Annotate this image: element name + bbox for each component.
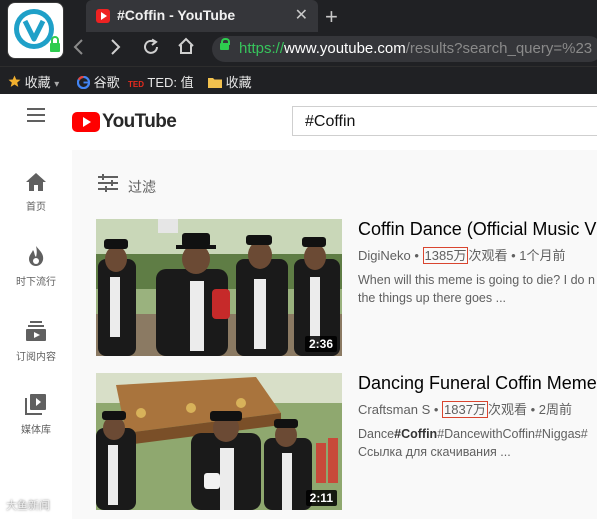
guide-item-trending[interactable]: 时下流行 (0, 245, 72, 288)
video-duration: 2:11 (305, 490, 337, 506)
app-logo (8, 3, 63, 58)
youtube-header: YouTube (0, 94, 597, 150)
view-count: 1837万 (442, 401, 488, 418)
search-input[interactable] (303, 112, 587, 132)
url-text[interactable]: https://www.youtube.com/results?search_q… (239, 40, 592, 57)
bookmark-ted[interactable]: TED TED: 值 (128, 72, 194, 91)
video-duration: 2:36 (304, 336, 337, 352)
library-icon (25, 394, 46, 415)
google-icon (76, 75, 91, 90)
back-button[interactable] (72, 38, 86, 61)
video-result[interactable]: 2:36 Coffin Dance (Official Music V Digi… (96, 219, 597, 359)
tab-title: #Coffin - YouTube (117, 7, 236, 23)
youtube-logo-icon[interactable] (72, 112, 100, 132)
home-icon (26, 173, 46, 191)
reload-button[interactable] (142, 38, 160, 61)
guide-sidebar: 首页 时下流行 订阅内容 媒体库 (0, 150, 72, 519)
bookmark-favorites[interactable]: 收藏 ▾ (8, 72, 59, 91)
thumbnail-image (96, 373, 342, 510)
new-tab-button[interactable]: + (325, 4, 338, 30)
bookmark-folder[interactable]: 收藏 (208, 72, 252, 91)
video-description: Dance#Coffin#DancewithCoffin#Niggas# Ссыл… (358, 427, 588, 459)
youtube-favicon-icon (96, 9, 110, 23)
lock-icon (220, 38, 230, 50)
video-description: When will this meme is going to die? I d… (358, 273, 595, 305)
video-title[interactable]: Dancing Funeral Coffin Meme (358, 373, 597, 394)
close-tab-icon[interactable]: ✕ (295, 5, 308, 25)
flame-icon (29, 246, 44, 266)
address-bar[interactable]: https://www.youtube.com/results?search_q… (212, 36, 597, 62)
bookmark-google[interactable]: 谷歌 (76, 72, 120, 91)
video-title[interactable]: Coffin Dance (Official Music V (358, 219, 596, 240)
browser-tab[interactable]: #Coffin - YouTube ✕ (86, 0, 318, 32)
browser-toolbar: #Coffin - YouTube ✕ + https://www.youtub… (0, 0, 597, 66)
folder-icon (208, 78, 222, 88)
search-box[interactable] (292, 106, 597, 136)
forward-arrow-icon (111, 39, 121, 55)
guide-item-home[interactable]: 首页 (0, 172, 72, 213)
guide-item-subscriptions[interactable]: 订阅内容 (0, 320, 72, 363)
video-thumbnail[interactable]: 2:11 (96, 373, 342, 510)
filter-icon[interactable] (98, 174, 118, 197)
menu-icon[interactable] (27, 108, 45, 122)
youtube-logo-text[interactable]: YouTube (102, 111, 177, 133)
filter-label[interactable]: 过滤 (128, 177, 156, 197)
search-results: 过滤 2:36 Coffin Dance (Official Music V D… (72, 150, 597, 519)
home-icon (178, 37, 194, 54)
ted-icon: TED (128, 80, 144, 89)
star-icon (8, 75, 21, 87)
home-button[interactable] (177, 37, 195, 60)
upload-age: 2周前 (538, 402, 572, 417)
watermark: 大鱼新闻 (6, 500, 50, 512)
channel-name[interactable]: Craftsman S (358, 402, 430, 417)
back-arrow-icon (73, 39, 83, 55)
video-metadata: Craftsman S • 1837万 次观看 • 2周前 (358, 401, 572, 418)
guide-item-library[interactable]: 媒体库 (0, 393, 72, 436)
channel-name[interactable]: DigiNeko (358, 248, 411, 263)
hashtag-link[interactable]: #Coffin (394, 427, 437, 441)
video-metadata: DigiNeko • 1385万 次观看 • 1个月前 (358, 247, 566, 264)
video-thumbnail[interactable]: 2:36 (96, 219, 342, 356)
bookmarks-bar: 收藏 ▾ 谷歌 TED TED: 值 收藏 (0, 66, 597, 95)
video-result[interactable]: 2:11 Dancing Funeral Coffin Meme Craftsm… (96, 373, 597, 513)
upload-age: 1个月前 (519, 248, 566, 263)
reload-icon (144, 38, 158, 54)
forward-button[interactable] (108, 38, 122, 61)
chevron-down-icon: ▾ (54, 79, 60, 90)
view-count: 1385万 (422, 247, 469, 264)
subscriptions-icon (26, 321, 46, 341)
